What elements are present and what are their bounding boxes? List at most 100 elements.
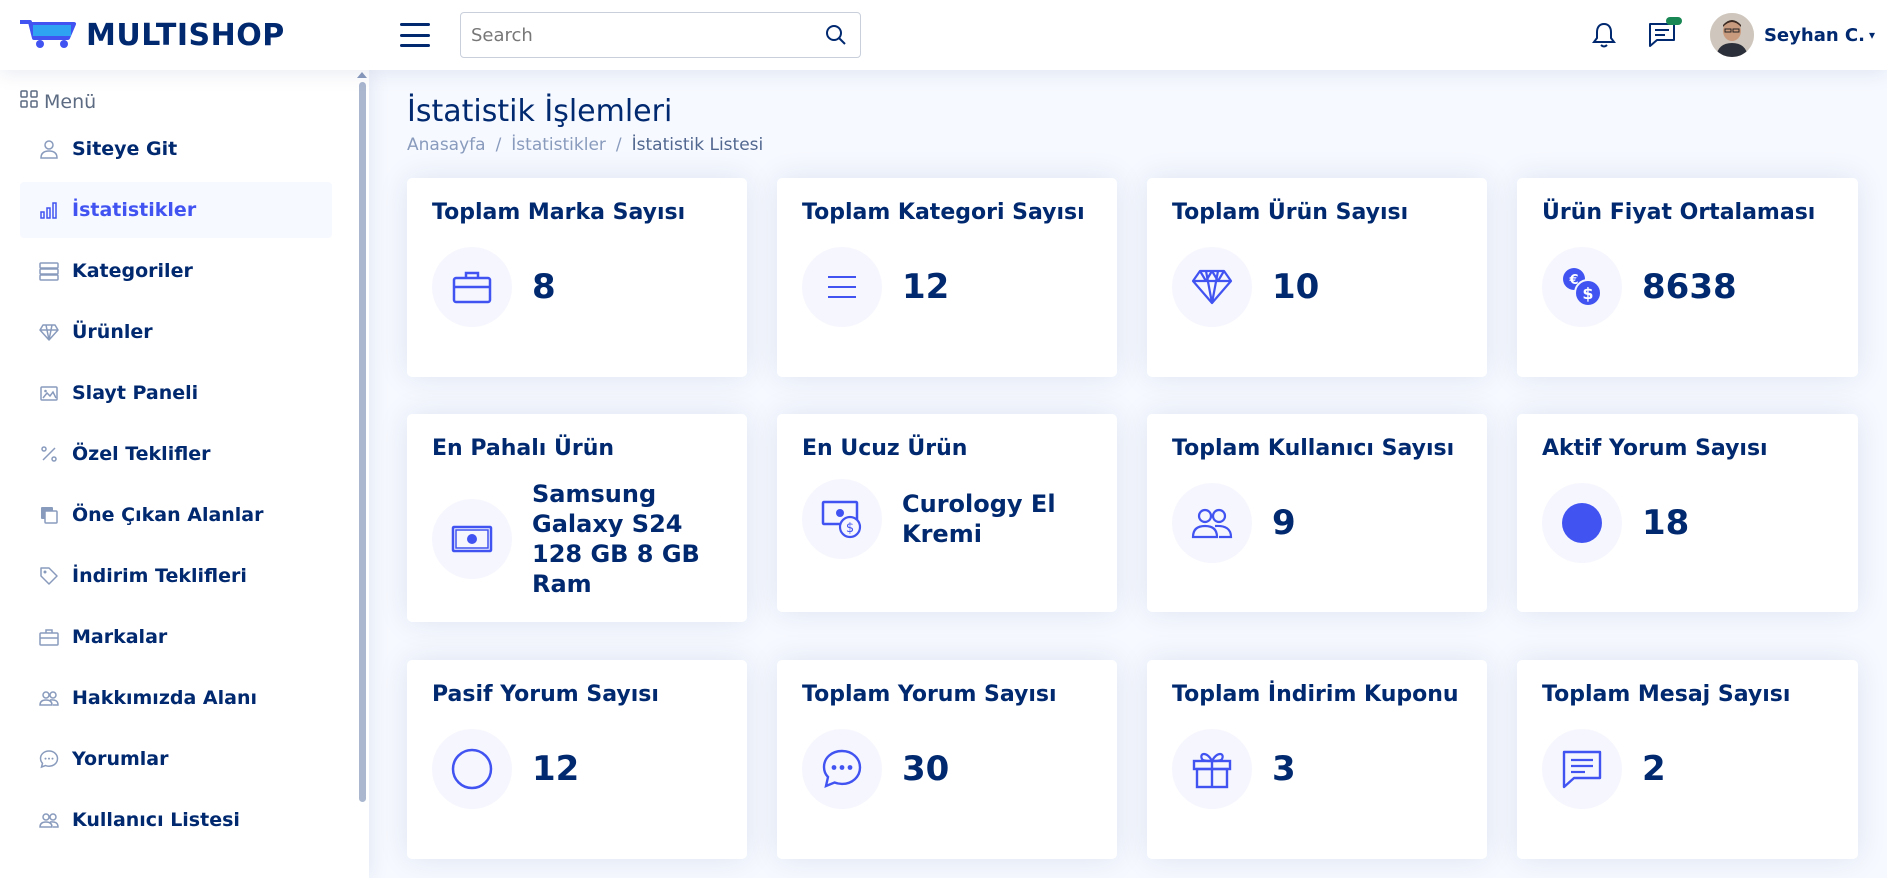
cash-icon: [432, 499, 512, 579]
gem-icon: [1172, 247, 1252, 327]
breadcrumb-home[interactable]: Anasayfa: [407, 135, 486, 155]
stat-card-urun: Toplam Ürün Sayısı 10: [1147, 178, 1487, 377]
profile-dropdown[interactable]: Seyhan C. ▾: [1709, 13, 1875, 57]
sidebar-toggle-button[interactable]: [400, 23, 430, 47]
images-icon: [38, 382, 60, 404]
person-icon: [38, 138, 60, 160]
card-value: 3: [1272, 749, 1296, 789]
sidebar-item-label: Ürünler: [72, 321, 153, 343]
server-icon: [38, 260, 60, 282]
sidebar-item-label: Özel Teklifler: [72, 443, 211, 465]
stat-card-toplam-yorum: Toplam Yorum Sayısı 30: [777, 660, 1117, 859]
card-value: 2: [1642, 749, 1666, 789]
sidebar-item-label: Öne Çıkan Alanlar: [72, 504, 264, 526]
card-title: Toplam Yorum Sayısı: [802, 682, 1057, 707]
card-title: En Pahalı Ürün: [432, 436, 615, 461]
card-value: 12: [902, 267, 950, 307]
people-icon: [1172, 483, 1252, 563]
sidebar-item-markalar[interactable]: Markalar: [20, 609, 332, 665]
sidebar-item-siteye-git[interactable]: Siteye Git: [20, 121, 332, 177]
card-value: 8: [532, 267, 556, 307]
list-icon: [802, 247, 882, 327]
card-title: Toplam Marka Sayısı: [432, 200, 686, 225]
sidebar-item-label: Kategoriler: [72, 260, 193, 282]
main-content: İstatistik İşlemleri Anasayfa / İstatist…: [407, 70, 1867, 155]
breadcrumb-current: İstatistik Listesi: [631, 135, 764, 155]
stat-card-indirim-kuponu: Toplam İndirim Kuponu 3: [1147, 660, 1487, 859]
scroll-up-arrow[interactable]: [357, 72, 367, 78]
profile-name: Seyhan C.: [1763, 24, 1865, 46]
stat-card-kullanici: Toplam Kullanıcı Sayısı 9: [1147, 414, 1487, 612]
sidebar-item-ozel-teklifler[interactable]: Özel Teklifler: [20, 426, 332, 482]
card-title: Toplam Kategori Sayısı: [802, 200, 1085, 225]
cash-coin-icon: $: [802, 479, 882, 559]
stat-card-fiyat-ortalamasi: Ürün Fiyat Ortalaması € $ 8638: [1517, 178, 1858, 377]
stat-card-mesaj: Toplam Mesaj Sayısı 2: [1517, 660, 1858, 859]
logo-text: MULTISHOP: [86, 17, 285, 53]
chat-left-text-icon[interactable]: [1642, 15, 1682, 55]
briefcase-icon: [432, 247, 512, 327]
menu-heading: Menü: [20, 90, 349, 113]
search-input[interactable]: [471, 24, 822, 46]
sidebar-item-kullanici-listesi[interactable]: Kullanıcı Listesi: [20, 792, 332, 848]
breadcrumb-istatistikler[interactable]: İstatistikler: [511, 135, 606, 155]
top-header: MULTISHOP Search Seyhan C. ▾: [0, 0, 1887, 70]
card-title: Pasif Yorum Sayısı: [432, 682, 659, 707]
gift-icon: [1172, 729, 1252, 809]
sidebar-item-label: Slayt Paneli: [72, 382, 199, 404]
gem-icon: [38, 321, 60, 343]
chat-left-text-icon: [1542, 729, 1622, 809]
card-value: 18: [1642, 503, 1690, 543]
bell-icon[interactable]: [1584, 15, 1624, 55]
sidebar-item-label: İndirim Teklifleri: [72, 565, 247, 587]
card-title: Aktif Yorum Sayısı: [1542, 436, 1768, 461]
sidebar-scrollbar[interactable]: [359, 82, 366, 802]
sidebar-item-kategoriler[interactable]: Kategoriler: [20, 243, 332, 299]
card-value: 9: [1272, 503, 1296, 543]
avatar: [1709, 13, 1754, 57]
people-icon: [38, 687, 60, 709]
card-value: Samsung Galaxy S24 128 GB 8 GB Ram: [532, 480, 700, 598]
svg-text:$: $: [1582, 284, 1593, 303]
sidebar-item-indirim-teklifleri[interactable]: İndirim Teklifleri: [20, 548, 332, 604]
chat-dots-icon: [802, 729, 882, 809]
card-title: En Ucuz Ürün: [802, 436, 968, 461]
percent-icon: [38, 443, 60, 465]
layers-icon: [38, 504, 60, 526]
grid-icon: [20, 90, 38, 113]
caret-down-icon: ▾: [1868, 28, 1875, 42]
card-value: 10: [1272, 267, 1320, 307]
card-value: 30: [902, 749, 950, 789]
sidebar-item-urunler[interactable]: Ürünler: [20, 304, 332, 360]
card-title: Toplam Kullanıcı Sayısı: [1172, 436, 1455, 461]
stat-card-pasif-yorum: Pasif Yorum Sayısı 12: [407, 660, 747, 859]
stat-card-kategori: Toplam Kategori Sayısı 12: [777, 178, 1117, 377]
search-icon[interactable]: [822, 21, 850, 49]
stat-card-aktif-yorum: Aktif Yorum Sayısı 18: [1517, 414, 1858, 612]
sidebar-item-label: Kullanıcı Listesi: [72, 809, 240, 831]
circle-fill-icon: [1542, 483, 1622, 563]
sidebar-item-one-cikan-alanlar[interactable]: Öne Çıkan Alanlar: [20, 487, 332, 543]
breadcrumb: Anasayfa / İstatistikler / İstatistik Li…: [407, 135, 764, 155]
stat-card-en-ucuz: En Ucuz Ürün $ Curology El Kremi: [777, 414, 1117, 612]
card-title: Toplam İndirim Kuponu: [1172, 682, 1459, 707]
message-badge: [1665, 17, 1682, 25]
sidebar-item-label: İstatistikler: [72, 199, 197, 221]
card-value: Curology El Kremi: [902, 490, 1056, 548]
stat-card-en-pahali: En Pahalı Ürün Samsung Galaxy S24 128 GB…: [407, 414, 747, 622]
currency-exchange-icon: € $: [1542, 247, 1622, 327]
tag-icon: [38, 565, 60, 587]
logo[interactable]: MULTISHOP: [18, 16, 368, 54]
sidebar-item-slayt-paneli[interactable]: Slayt Paneli: [20, 365, 332, 421]
card-value: 8638: [1642, 267, 1737, 307]
sidebar-item-istatistikler[interactable]: İstatistikler: [20, 182, 332, 238]
card-value: 12: [532, 749, 580, 789]
stat-card-marka: Toplam Marka Sayısı 8: [407, 178, 747, 377]
menu-heading-label: Menü: [44, 90, 97, 113]
sidebar-item-label: Markalar: [72, 626, 168, 648]
bar-chart-icon: [38, 199, 60, 221]
sidebar-item-hakkimizda-alani[interactable]: Hakkımızda Alanı: [20, 670, 332, 726]
sidebar-item-yorumlar[interactable]: Yorumlar: [20, 731, 332, 787]
page-title: İstatistik İşlemleri: [407, 94, 673, 129]
sidebar-item-label: Siteye Git: [72, 138, 178, 160]
